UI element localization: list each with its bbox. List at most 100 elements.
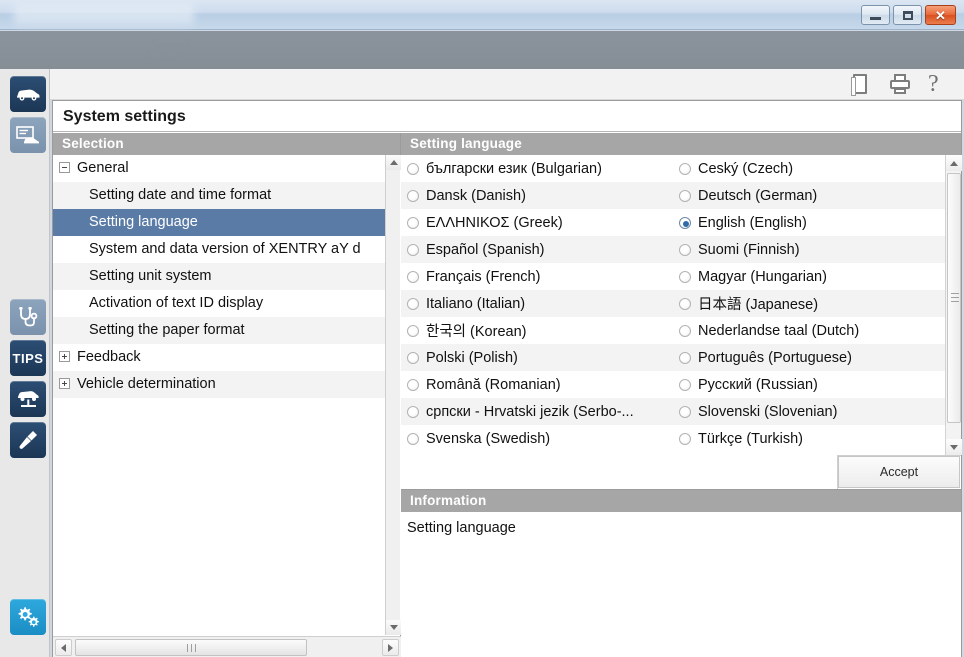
radio-icon[interactable]: [407, 190, 419, 202]
minimize-button[interactable]: [861, 5, 890, 25]
rail-item-settings[interactable]: [10, 599, 46, 635]
radio-icon[interactable]: [407, 271, 419, 283]
rail-item-vehicle-lift[interactable]: [10, 381, 46, 417]
documents-icon: [15, 125, 41, 145]
list-item: български език (Bulgarian) Ceský (Czech): [401, 155, 945, 182]
radio-icon[interactable]: [679, 352, 691, 364]
document-icon[interactable]: [848, 71, 872, 97]
language-option-greek[interactable]: ΕΛΛΗΝΙΚΟΣ (Greek): [401, 209, 673, 236]
tree-item-setting-language[interactable]: Setting language: [53, 209, 385, 236]
language-option-finnish[interactable]: Suomi (Finnish): [673, 236, 945, 263]
radio-icon[interactable]: [407, 244, 419, 256]
window-title-obscured: [14, 4, 194, 26]
tree-horizontal-scrollbar[interactable]: [53, 636, 401, 657]
tree-item-setting-paper-format[interactable]: Setting the paper format: [53, 317, 385, 344]
radio-icon[interactable]: [407, 298, 419, 310]
radio-icon[interactable]: [407, 379, 419, 391]
top-toolbar: ?: [0, 69, 964, 100]
language-label: Ceský (Czech): [698, 161, 793, 177]
language-option-spanish[interactable]: Español (Spanish): [401, 236, 673, 263]
language-option-turkish[interactable]: Türkçe (Turkish): [673, 425, 945, 452]
rail-item-tool[interactable]: [10, 422, 46, 458]
radio-icon[interactable]: [679, 406, 691, 418]
radio-icon[interactable]: [679, 379, 691, 391]
language-option-russian[interactable]: Русский (Russian): [673, 371, 945, 398]
help-icon[interactable]: ?: [928, 71, 952, 97]
language-option-serbo-croatian[interactable]: српски - Hrvatski jezik (Serbo-...: [401, 398, 673, 425]
language-option-swedish[interactable]: Svenska (Swedish): [401, 425, 673, 452]
close-button[interactable]: ✕: [925, 5, 956, 25]
list-item: ΕΛΛΗΝΙΚΟΣ (Greek) English (English): [401, 209, 945, 236]
radio-icon[interactable]: [407, 433, 419, 445]
language-option-french[interactable]: Français (French): [401, 263, 673, 290]
language-option-hungarian[interactable]: Magyar (Hungarian): [673, 263, 945, 290]
language-option-portuguese[interactable]: Português (Portuguese): [673, 344, 945, 371]
maximize-button[interactable]: [893, 5, 922, 25]
radio-icon[interactable]: [679, 433, 691, 445]
language-scroll-up-button[interactable]: [946, 155, 962, 171]
language-option-german[interactable]: Deutsch (German): [673, 182, 945, 209]
rail-item-vehicle[interactable]: [10, 76, 46, 112]
language-scroll-down-button[interactable]: [946, 439, 962, 455]
language-header: Setting language: [401, 133, 961, 155]
radio-icon[interactable]: [407, 406, 419, 418]
collapse-minus-icon[interactable]: [59, 162, 70, 173]
print-icon[interactable]: [888, 71, 912, 97]
tips-label: TIPS: [13, 351, 44, 366]
radio-icon[interactable]: [407, 217, 419, 229]
tree-vertical-scrollbar[interactable]: [385, 155, 400, 635]
radio-icon[interactable]: [407, 163, 419, 175]
language-option-polish[interactable]: Polski (Polish): [401, 344, 673, 371]
radio-icon[interactable]: [679, 190, 691, 202]
rail-item-diagnosis[interactable]: [10, 299, 46, 335]
tree-item-system-data-version[interactable]: System and data version of XENTRY aY d: [53, 236, 385, 263]
tree-item-label: Activation of text ID display: [89, 295, 263, 311]
language-vertical-scrollbar[interactable]: [945, 155, 961, 455]
scroll-down-button[interactable]: [386, 620, 401, 635]
language-pane: Setting language български език (Bulgari…: [401, 133, 961, 657]
language-option-romanian[interactable]: Română (Romanian): [401, 371, 673, 398]
language-scroll-thumb[interactable]: [947, 173, 961, 423]
language-option-czech[interactable]: Ceský (Czech): [673, 155, 945, 182]
accept-button[interactable]: Accept: [838, 456, 960, 488]
tree-item-label: Setting date and time format: [89, 187, 271, 203]
tree-item-setting-date-time[interactable]: Setting date and time format: [53, 182, 385, 209]
radio-icon-selected[interactable]: [679, 217, 691, 229]
radio-icon[interactable]: [679, 298, 691, 310]
radio-icon[interactable]: [407, 352, 419, 364]
selection-tree: General Setting date and time format Set…: [53, 155, 401, 635]
language-label: Русский (Russian): [698, 377, 818, 393]
expand-plus-icon[interactable]: [59, 378, 70, 389]
language-option-bulgarian[interactable]: български език (Bulgarian): [401, 155, 673, 182]
tree-item-label: General: [77, 160, 129, 176]
language-label: Français (French): [426, 269, 540, 285]
scroll-right-button[interactable]: [382, 639, 399, 656]
radio-icon[interactable]: [679, 271, 691, 283]
tree-item-setting-unit-system[interactable]: Setting unit system: [53, 263, 385, 290]
radio-icon[interactable]: [679, 244, 691, 256]
tree-item-activation-text-id[interactable]: Activation of text ID display: [53, 290, 385, 317]
tree-item-general[interactable]: General: [53, 155, 385, 182]
list-item: српски - Hrvatski jezik (Serbo-... Slove…: [401, 398, 945, 425]
language-label: Nederlandse taal (Dutch): [698, 323, 859, 339]
horizontal-scroll-thumb[interactable]: [75, 639, 307, 656]
language-option-japanese[interactable]: 日本語 (Japanese): [673, 290, 945, 317]
radio-icon[interactable]: [679, 163, 691, 175]
language-option-dutch[interactable]: Nederlandse taal (Dutch): [673, 317, 945, 344]
language-option-italian[interactable]: Italiano (Italian): [401, 290, 673, 317]
stethoscope-icon: [16, 305, 40, 329]
information-text: Setting language: [401, 512, 961, 657]
scroll-left-button[interactable]: [55, 639, 72, 656]
radio-icon[interactable]: [679, 325, 691, 337]
rail-item-documents[interactable]: [10, 117, 46, 153]
language-option-slovenian[interactable]: Slovenski (Slovenian): [673, 398, 945, 425]
radio-icon[interactable]: [407, 325, 419, 337]
rail-item-tips[interactable]: TIPS: [10, 340, 46, 376]
language-option-korean[interactable]: 한국의 (Korean): [401, 317, 673, 344]
tree-item-feedback[interactable]: Feedback: [53, 344, 385, 371]
language-option-english[interactable]: English (English): [673, 209, 945, 236]
expand-plus-icon[interactable]: [59, 351, 70, 362]
language-option-danish[interactable]: Dansk (Danish): [401, 182, 673, 209]
tree-item-vehicle-determination[interactable]: Vehicle determination: [53, 371, 385, 398]
scroll-up-button[interactable]: [386, 155, 401, 170]
